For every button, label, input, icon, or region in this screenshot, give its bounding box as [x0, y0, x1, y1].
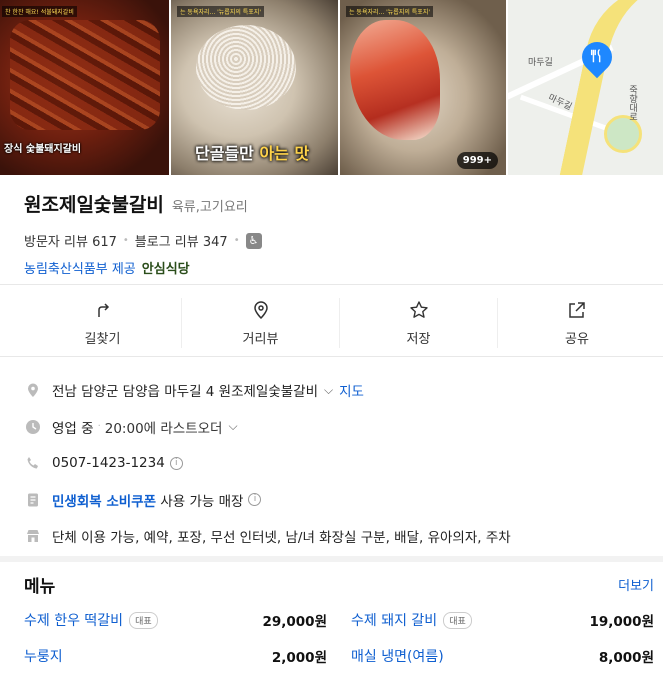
photo-porridge[interactable]: 는 동욕자리... '뉴롭지의 특포지' 단골들만 아는 맛	[171, 0, 338, 175]
clock-icon	[26, 419, 40, 434]
photo-tag: 는 동욕자리... '뉴롭지의 특포지'	[346, 6, 433, 17]
info-icon[interactable]: i	[248, 493, 262, 507]
menu-item[interactable]: 수제 한우 떡갈비 대표 29,000원	[24, 610, 327, 630]
coupon-icon	[28, 493, 38, 507]
photo-galbi[interactable]: 찬 한잔 해요! 석불돼지갈비 장식 숯불돼지갈비	[0, 0, 169, 175]
last-order-time: 20:00에 라스트오더	[104, 420, 223, 437]
blog-reviews-link[interactable]: 블로그 리뷰 347	[135, 231, 228, 250]
photo-subtitle: 단골들만 아는 맛	[195, 144, 310, 163]
menu-list: 수제 한우 떡갈비 대표 29,000원 수제 돼지 갈비 대표 19,000원 누…	[24, 610, 656, 666]
menu-item-name: 매실 냉면(여름)	[351, 649, 444, 665]
photo-strip: 찬 한잔 해요! 석불돼지갈비 장식 숯불돼지갈비 는 동욕자리... '뉴롭지…	[0, 0, 663, 175]
street-view-icon	[253, 300, 268, 319]
menu-item-price: 29,000원	[262, 614, 327, 630]
street-view-button[interactable]: 거리뷰	[182, 298, 340, 348]
phone-icon	[27, 457, 38, 469]
action-label: 저장	[406, 331, 431, 347]
share-button[interactable]: 공유	[498, 298, 656, 348]
directions-button[interactable]: 길찾기	[24, 298, 182, 348]
store-icon	[27, 530, 39, 543]
menu-item-name: 수제 돼지 갈비	[351, 613, 438, 629]
menu-header: 메뉴 더보기	[24, 572, 654, 597]
menu-item[interactable]: 누룽지 2,000원	[24, 646, 327, 666]
restaurant-icon	[588, 48, 606, 66]
menu-item-price: 2,000원	[271, 650, 327, 666]
share-icon	[569, 301, 585, 318]
menu-item[interactable]: 매실 냉면(여름) 8,000원	[351, 646, 654, 666]
map-label: 죽향대로	[627, 85, 637, 121]
chevron-down-icon[interactable]: ⌵	[228, 419, 237, 434]
coupon-row: 민생회복 소비쿠폰 사용 가능 매장 i	[24, 482, 644, 519]
divider	[0, 284, 663, 285]
separator: •	[233, 235, 240, 246]
photo-tag: 찬 한잔 해요! 석불돼지갈비	[2, 6, 77, 17]
menu-item-name: 누룽지	[24, 649, 63, 665]
menu-item-price: 19,000원	[589, 614, 654, 630]
address-text: 전남 담양군 담양읍 마두길 4 원조제일숯불갈비	[52, 384, 319, 401]
menu-item-name: 수제 한우 떡갈비	[24, 613, 124, 629]
photo-count-badge[interactable]: 999+	[456, 152, 498, 169]
place-info: 원조제일숯불갈비 육류,고기요리 방문자 리뷰 617 • 블로그 리뷰 347…	[24, 190, 262, 277]
directions-icon	[97, 302, 109, 317]
divider	[0, 356, 663, 357]
action-bar: 길찾기 거리뷰 저장 공유	[24, 298, 663, 348]
section-divider	[0, 556, 663, 562]
photo-tag: 는 동욕자리... '뉴롭지의 특포지'	[177, 6, 264, 17]
visitor-reviews-link[interactable]: 방문자 리뷰 617	[24, 231, 117, 250]
action-label: 거리뷰	[242, 331, 279, 347]
business-status: 영업 중	[52, 420, 94, 437]
save-button[interactable]: 저장	[340, 298, 498, 348]
info-icon[interactable]: i	[169, 456, 183, 470]
action-label: 길찾기	[84, 331, 121, 347]
photo-caption: 장식 숯불돼지갈비	[4, 144, 82, 155]
representative-badge: 대표	[129, 611, 158, 629]
safe-restaurant-badge: 안심식당	[141, 262, 190, 277]
certification-source[interactable]: 농림축산식품부 제공	[24, 258, 136, 277]
phone-row: 0507-1423-1234 i	[24, 445, 644, 482]
facilities-row: 단체 이용 가능, 예약, 포장, 무선 인터넷, 남/녀 화장실 구분, 배달…	[24, 518, 644, 555]
map-link[interactable]: 지도	[339, 380, 364, 400]
phone-number[interactable]: 0507-1423-1234	[52, 455, 165, 471]
action-label: 공유	[565, 331, 589, 347]
menu-title: 메뉴	[24, 577, 56, 597]
hours-row: 영업 중 · 20:00에 라스트오더 ⌵	[24, 409, 644, 446]
map-label: 마두길	[528, 58, 553, 68]
coupon-suffix: 사용 가능 매장	[156, 493, 244, 510]
address-row: 전남 담양군 담양읍 마두길 4 원조제일숯불갈비 ⌵ 지도	[24, 372, 644, 409]
place-details: 전남 담양군 담양읍 마두길 4 원조제일숯불갈비 ⌵ 지도 영업 중 · 20…	[24, 372, 644, 555]
menu-more-link[interactable]: 더보기	[618, 575, 654, 594]
coupon-name[interactable]: 민생회복 소비쿠폰	[52, 490, 156, 510]
place-category: 육류,고기요리	[171, 200, 248, 215]
star-icon	[409, 300, 428, 318]
separator: •	[122, 235, 129, 246]
separator: ·	[97, 421, 101, 433]
photo-kimchi[interactable]: 는 동욕자리... '뉴롭지의 특포지' 999+	[340, 0, 506, 175]
location-pin-icon	[28, 383, 38, 398]
facilities-text: 단체 이용 가능, 예약, 포장, 무선 인터넷, 남/녀 화장실 구분, 배달…	[52, 530, 511, 547]
map-road	[555, 0, 663, 175]
map-thumbnail[interactable]: 마두길 마두길 죽향대로	[508, 0, 663, 175]
accessibility-icon: ♿	[245, 232, 262, 249]
place-name: 원조제일숯불갈비	[24, 194, 164, 216]
menu-item[interactable]: 수제 돼지 갈비 대표 19,000원	[351, 610, 654, 630]
chevron-down-icon[interactable]: ⌵	[324, 383, 333, 398]
menu-item-price: 8,000원	[598, 650, 654, 666]
representative-badge: 대표	[443, 611, 472, 629]
